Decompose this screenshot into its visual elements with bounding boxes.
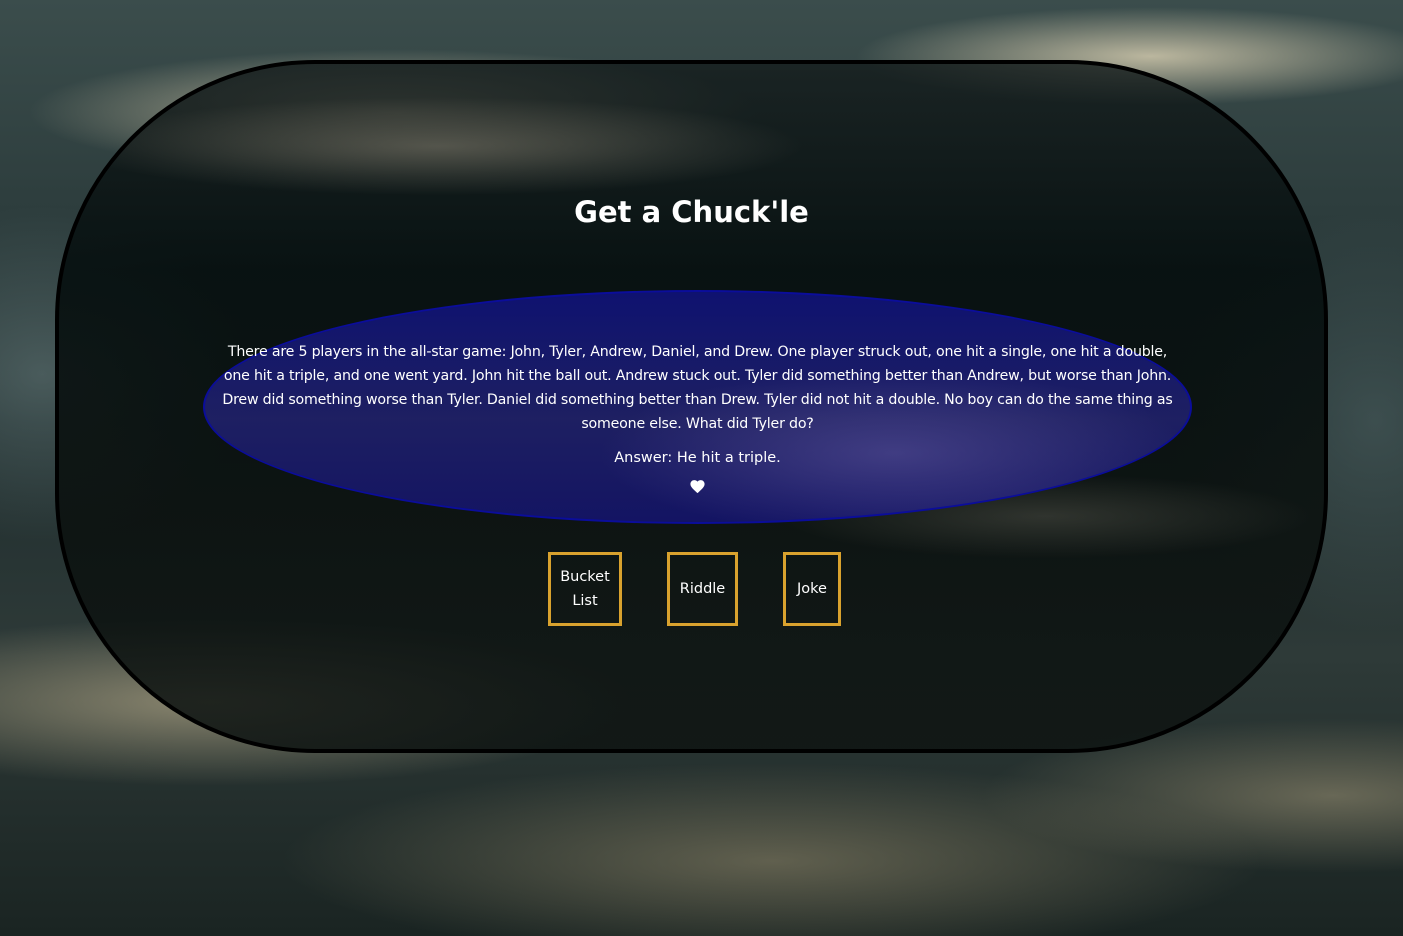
bucket-list-button[interactable]: Bucket List — [548, 552, 622, 626]
riddle-question: There are 5 players in the all-star game… — [222, 344, 1173, 432]
joke-button[interactable]: Joke — [783, 552, 841, 626]
riddle-answer: Answer: He hit a triple. — [614, 450, 781, 466]
page-title: Get a Chuck'le — [574, 195, 809, 229]
riddle-panel: There are 5 players in the all-star game… — [203, 290, 1192, 524]
riddle-button[interactable]: Riddle — [667, 552, 738, 626]
heart-icon[interactable] — [689, 478, 706, 495]
main-card: Get a Chuck'le There are 5 players in th… — [55, 60, 1328, 753]
